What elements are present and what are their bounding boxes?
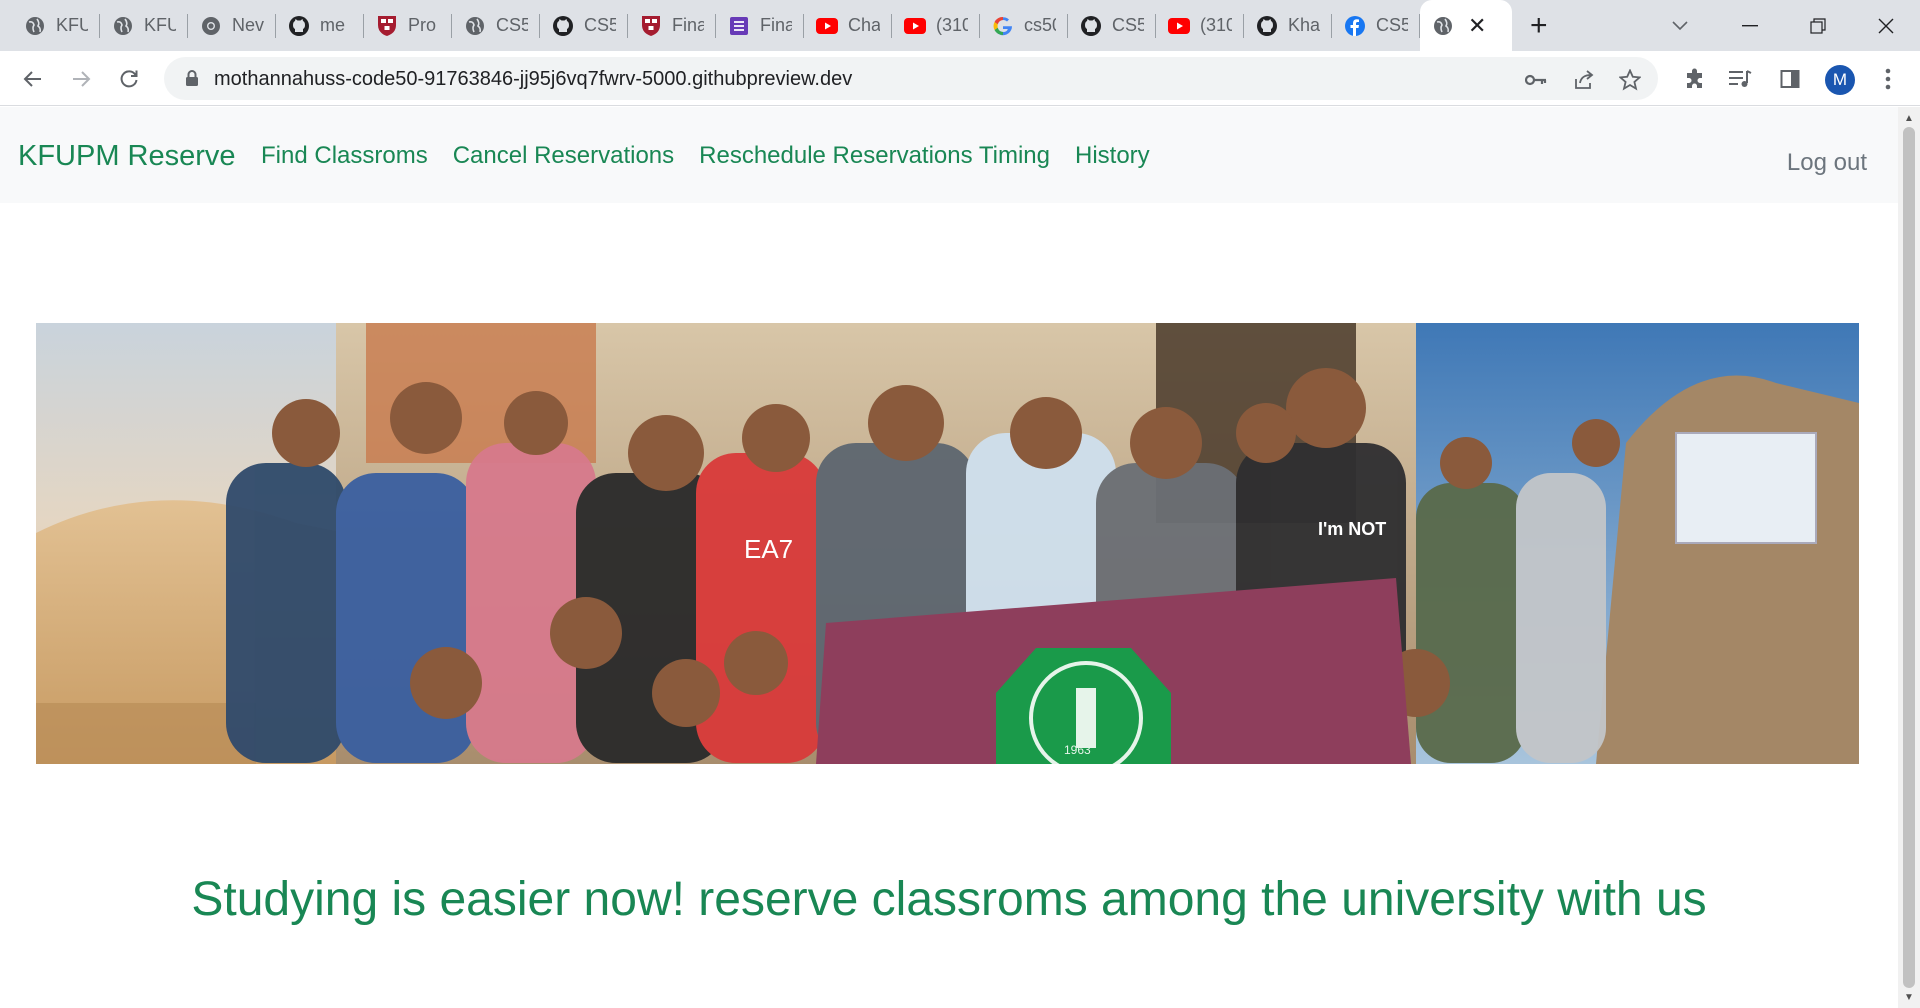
harvard-shield-icon [376,15,398,37]
scrollbar-thumb[interactable] [1903,127,1915,988]
hero-tagline: Studying is easier now! reserve classrom… [191,873,1707,926]
browser-tab[interactable]: (310 [1156,0,1244,51]
site-navbar: KFUPM Reserve Find Classroms Cancel Rese… [0,107,1898,203]
browser-tab[interactable]: Pro [364,0,452,51]
form-icon [728,15,750,37]
browser-tab[interactable]: CS5 [540,0,628,51]
browser-tab-active[interactable]: ✕ [1420,0,1512,51]
address-bar[interactable]: mothannahuss-code50-91763846-jj95j6vq7fw… [164,57,1658,100]
page-scrollbar[interactable]: ▲ ▼ [1898,107,1920,1008]
tab-search-icon[interactable] [1662,0,1698,51]
tab-title: cs50 [1024,15,1056,35]
tab-title: CS5 [496,15,528,35]
back-icon[interactable] [9,51,57,106]
browser-tab[interactable]: CS5 [1068,0,1156,51]
chrome-menu-icon[interactable] [1874,65,1902,93]
tab-title: CS5 [1376,15,1408,35]
tab-title: Fina [672,15,704,35]
github-icon [1256,15,1278,37]
scroll-up-icon[interactable]: ▲ [1898,109,1920,127]
browser-tab[interactable]: Kha [1244,0,1332,51]
scroll-down-icon[interactable]: ▼ [1898,988,1920,1006]
github-icon [552,15,574,37]
browser-tab[interactable]: Cha [804,0,892,51]
close-tab-icon[interactable]: ✕ [1468,14,1486,37]
globe-icon [464,15,486,37]
profile-avatar[interactable]: M [1825,65,1855,95]
tab-title: CS5 [584,15,616,35]
tab-title: CS5 [1112,15,1144,35]
browser-tab[interactable]: KFU [12,0,100,51]
page-viewport: KFUPM Reserve Find Classroms Cancel Rese… [0,107,1898,1008]
nav-link-reschedule-reservations[interactable]: Reschedule Reservations Timing [699,142,1050,170]
restore-icon[interactable] [1784,0,1852,51]
globe-icon [24,15,46,37]
browser-tab[interactable]: Fina [716,0,804,51]
bookmark-star-icon[interactable] [1618,68,1642,92]
nav-link-history[interactable]: History [1075,142,1150,170]
tab-title: Nev [232,15,264,35]
window-controls [1716,0,1920,51]
browser-tab[interactable]: cs50 [980,0,1068,51]
tab-title: (310 [1200,15,1232,35]
minimize-icon[interactable] [1716,0,1784,51]
nav-links: Find Classroms Cancel Reservations Resch… [261,142,1150,170]
reload-icon[interactable] [105,51,153,106]
share-icon[interactable] [1572,68,1596,92]
lock-icon[interactable] [182,68,202,88]
globe-icon [112,15,134,37]
side-panel-icon[interactable] [1776,65,1804,93]
browser-tab[interactable]: KFU [100,0,188,51]
youtube-icon [1168,15,1190,37]
brand-link[interactable]: KFUPM Reserve [18,140,236,173]
browser-toolbar: mothannahuss-code50-91763846-jj95j6vq7fw… [0,51,1920,106]
browser-tab[interactable]: Nev [188,0,276,51]
tab-title: Kha [1288,15,1320,35]
new-tab-icon[interactable]: + [1530,10,1548,41]
shirt-text-im-not: I'm NOT [1318,519,1386,539]
tab-title: Cha [848,15,880,35]
extensions-icon[interactable] [1681,65,1709,93]
url-text[interactable]: mothannahuss-code50-91763846-jj95j6vq7fw… [214,68,852,91]
logout-link[interactable]: Log out [1787,149,1867,177]
github-icon [288,15,310,37]
browser-tab[interactable]: CS5 [1332,0,1420,51]
google-icon [992,15,1014,37]
nav-link-find-classrooms[interactable]: Find Classroms [261,142,428,170]
key-icon[interactable] [1524,68,1548,92]
browser-tab[interactable]: Fina [628,0,716,51]
tab-title: Pro [408,15,437,35]
banner-year-text: 1963 [1064,743,1091,757]
tab-title: KFU [144,15,176,35]
browser-tab-strip: KFU KFU Nev me Pro CS5 CS5 Fina Fina Cha (310 cs50 C… [0,0,1920,51]
github-icon [1080,15,1102,37]
media-control-icon[interactable] [1726,65,1754,93]
tab-title: Fina [760,15,792,35]
globe-icon [1432,15,1454,37]
hero-banner-image: 1963 EA7 I'm NOT [36,323,1859,764]
tab-title: (310 [936,15,968,35]
youtube-icon [816,15,838,37]
close-window-icon[interactable] [1852,0,1920,51]
tab-title: me [320,15,346,35]
harvard-shield-icon [640,15,662,37]
nav-link-cancel-reservations[interactable]: Cancel Reservations [453,142,674,170]
browser-tab[interactable]: (310 [892,0,980,51]
tab-list: KFU KFU Nev me Pro CS5 CS5 Fina Fina Cha (310 cs50 C… [12,0,1548,51]
youtube-icon [904,15,926,37]
facebook-icon [1344,15,1366,37]
browser-tab[interactable]: me [276,0,364,51]
browser-tab[interactable]: CS5 [452,0,540,51]
chrome-icon [200,15,222,37]
shirt-text-ea7: EA7 [744,534,793,564]
tab-title: KFU [56,15,88,35]
forward-icon[interactable] [57,51,105,106]
